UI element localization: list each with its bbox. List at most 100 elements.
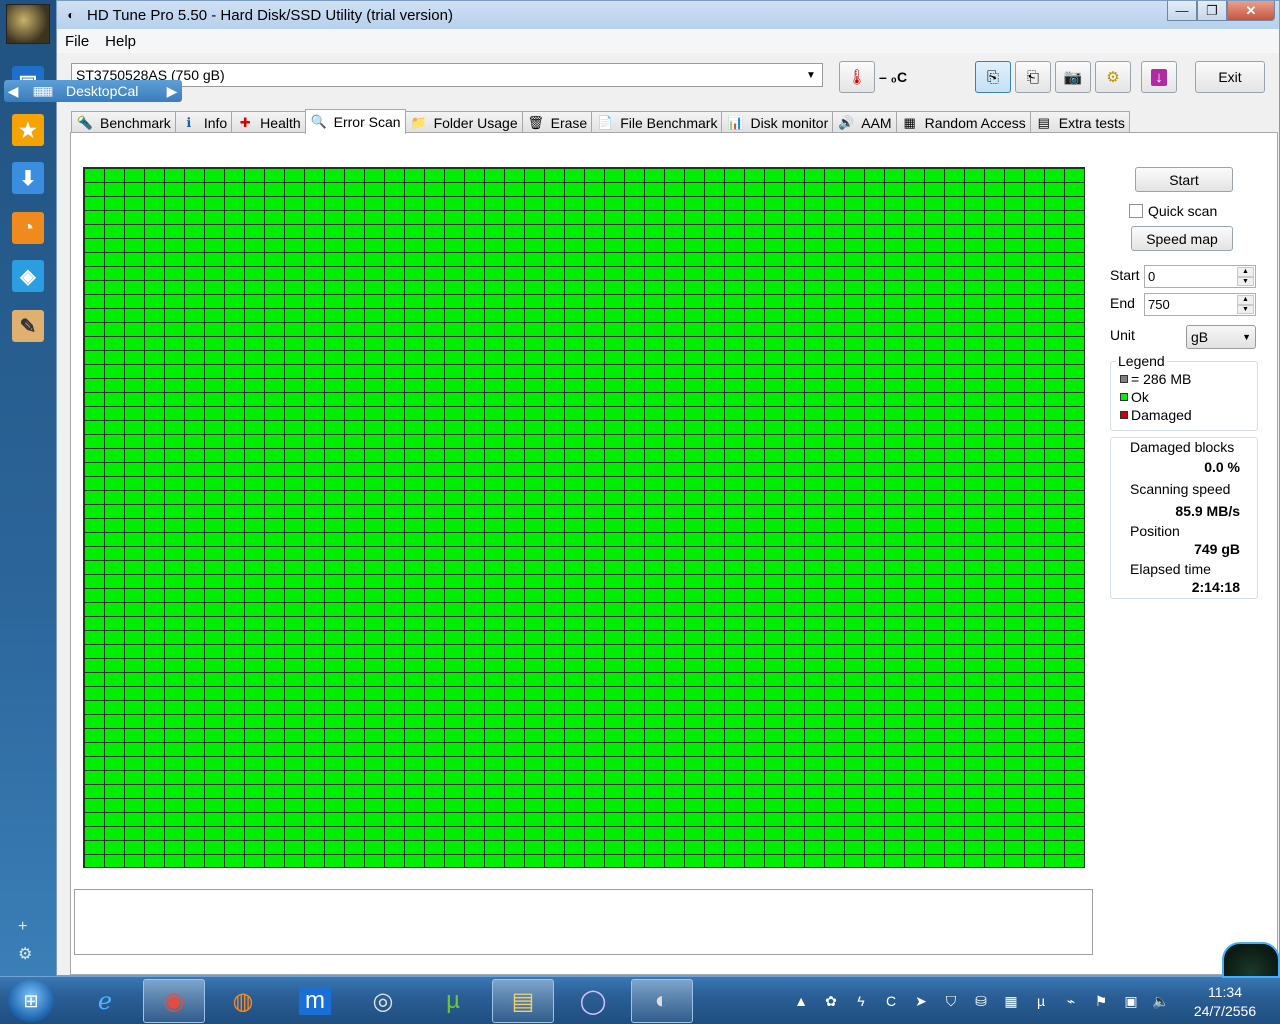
tab-extra-tests[interactable]: ▤ Extra tests bbox=[1029, 111, 1130, 133]
save-button[interactable]: ↓ bbox=[1141, 61, 1177, 93]
tray-shield-icon[interactable]: ⛉ bbox=[940, 993, 962, 1010]
quick-scan-label: Quick scan bbox=[1148, 203, 1218, 219]
spin-up-icon[interactable]: ▲ bbox=[1237, 267, 1254, 277]
exit-button[interactable]: Exit bbox=[1195, 61, 1265, 93]
rss-icon[interactable]: ◔ bbox=[12, 212, 44, 244]
title-bar[interactable]: ◐ HD Tune Pro 5.50 - Hard Disk/SSD Utili… bbox=[57, 1, 1279, 29]
window-title: HD Tune Pro 5.50 - Hard Disk/SSD Utility… bbox=[87, 6, 453, 24]
tray-grid-icon[interactable]: ▦ bbox=[1000, 993, 1022, 1010]
tray-lightning-icon[interactable]: ϟ bbox=[850, 993, 872, 1009]
close-button[interactable]: ✕ bbox=[1227, 1, 1275, 21]
speed-map-button[interactable]: Speed map bbox=[1131, 226, 1233, 251]
menu-bar: File Help bbox=[57, 29, 1279, 53]
tab-label: Info bbox=[203, 114, 228, 131]
tab-file-benchmark[interactable]: 📄 File Benchmark bbox=[591, 111, 723, 133]
arrow-left-icon[interactable]: ◀ bbox=[4, 83, 22, 100]
block-swatch-icon bbox=[1120, 375, 1128, 383]
temperature-button[interactable]: 🌡 bbox=[839, 61, 875, 93]
action-center-flag-icon[interactable]: ⚑ bbox=[1090, 993, 1112, 1010]
menu-file[interactable]: File bbox=[57, 33, 97, 50]
options-gears-icon: ⚙ bbox=[1106, 69, 1120, 86]
menu-help[interactable]: Help bbox=[97, 33, 144, 50]
internet-explorer-icon[interactable]: ℯ bbox=[74, 979, 136, 1023]
tray-arrow-icon[interactable]: ➤ bbox=[910, 993, 932, 1010]
ok-swatch-icon bbox=[1120, 393, 1128, 401]
file-explorer-icon[interactable]: ▤ bbox=[492, 979, 554, 1023]
tab-label: Erase bbox=[550, 114, 588, 131]
show-hidden-icons-icon[interactable]: ▲ bbox=[790, 993, 812, 1009]
tab-label: AAM bbox=[861, 114, 892, 131]
star-icon[interactable]: ★ bbox=[12, 114, 44, 146]
start-input-value: 0 bbox=[1148, 269, 1156, 284]
add-icon[interactable]: + bbox=[18, 918, 27, 936]
unit-select[interactable]: gB ▼ bbox=[1186, 325, 1256, 349]
tray-ccleaner-icon[interactable]: C bbox=[880, 993, 902, 1009]
end-label: End bbox=[1110, 295, 1135, 311]
copy-info-button[interactable]: ⎗ bbox=[1015, 61, 1051, 93]
tab-label: Error Scan bbox=[333, 114, 401, 130]
left-dock: ▣ ★ ⬇ ◔ ◈ ✎ + ⚙ bbox=[0, 0, 56, 976]
start-button[interactable]: ⊞ bbox=[8, 980, 54, 1022]
tray-utorrent-icon[interactable]: µ bbox=[1030, 993, 1052, 1009]
tab-disk-monitor[interactable]: 📊 Disk monitor bbox=[721, 111, 834, 133]
tab-folder-usage[interactable]: 📁 Folder Usage bbox=[404, 111, 523, 133]
photocape-icon[interactable]: ◎ bbox=[352, 979, 414, 1023]
spin-down-icon[interactable]: ▼ bbox=[1237, 276, 1254, 286]
hdtune-task-icon[interactable]: ◐ bbox=[631, 979, 693, 1023]
options-button[interactable]: ⚙ bbox=[1095, 61, 1131, 93]
utorrent-icon[interactable]: µ bbox=[422, 979, 484, 1023]
grid-icon[interactable]: ▦▦ bbox=[22, 84, 62, 98]
scanning-speed-value: 85.9 MB/s bbox=[1175, 503, 1240, 519]
tray-drive-icon[interactable]: ⛁ bbox=[970, 993, 992, 1010]
scan-controls: Start Quick scan Speed map Start 0 ▲ ▼ En… bbox=[1101, 133, 1276, 733]
tray-app-icon[interactable]: ✿ bbox=[820, 993, 842, 1010]
spin-down-icon[interactable]: ▼ bbox=[1237, 304, 1254, 314]
desktopcal-bar[interactable]: ◀ ▦▦ DesktopCal ▶ bbox=[4, 80, 182, 102]
quick-scan-checkbox[interactable]: Quick scan bbox=[1129, 203, 1217, 219]
tab-random-access[interactable]: ▦ Random Access bbox=[895, 111, 1031, 133]
firefox-icon[interactable]: ◍ bbox=[212, 979, 274, 1023]
network-meter-gadget[interactable] bbox=[1222, 942, 1280, 978]
damaged-swatch-icon bbox=[1120, 411, 1128, 419]
damaged-blocks-label: Damaged blocks bbox=[1130, 439, 1235, 455]
taskbar-clock[interactable]: 11:34 24/7/2556 bbox=[1180, 983, 1270, 1021]
network-icon[interactable]: ▣ bbox=[1120, 993, 1142, 1010]
clock-time: 11:34 bbox=[1208, 984, 1242, 1000]
screenshot-button[interactable]: 📷 bbox=[1055, 61, 1091, 93]
download-icon[interactable]: ⬇ bbox=[12, 162, 44, 194]
erase-icon: 🗑 bbox=[527, 114, 544, 130]
tab-health[interactable]: ✚ Health bbox=[231, 111, 306, 133]
tab-erase[interactable]: 🗑 Erase bbox=[521, 111, 593, 133]
start-scan-button[interactable]: Start bbox=[1135, 167, 1233, 192]
info-icon: ℹ bbox=[186, 114, 192, 130]
tablet-icon[interactable]: ◈ bbox=[12, 260, 44, 292]
volume-icon[interactable]: 🔈 bbox=[1150, 993, 1172, 1010]
tab-label: File Benchmark bbox=[620, 114, 718, 131]
tab-error-scan[interactable]: 🔍 Error Scan bbox=[304, 109, 406, 134]
settings-gear-icon[interactable]: ⚙ bbox=[18, 944, 32, 964]
file-benchmark-icon: 📄 bbox=[597, 114, 614, 130]
chevron-down-icon[interactable]: ▼ bbox=[1242, 332, 1251, 342]
copy-text-button[interactable]: ⎘ bbox=[975, 61, 1011, 93]
chevron-down-icon[interactable]: ▼ bbox=[802, 66, 820, 84]
notepad-icon[interactable]: ✎ bbox=[12, 310, 44, 342]
drive-select[interactable]: ST3750528AS (750 gB) ▼ bbox=[71, 63, 823, 87]
arrow-right-icon[interactable]: ▶ bbox=[162, 83, 182, 100]
tab-benchmark[interactable]: 🔦 Benchmark bbox=[71, 111, 176, 133]
maxthon-icon[interactable]: m bbox=[284, 979, 346, 1023]
tab-info[interactable]: ℹ Info bbox=[174, 111, 233, 133]
tray-usb-icon[interactable]: ⌁ bbox=[1060, 993, 1082, 1010]
minimize-button[interactable]: — bbox=[1167, 1, 1197, 21]
dvd-icon[interactable]: ◯ bbox=[562, 979, 624, 1023]
quick-scan-box[interactable] bbox=[1129, 204, 1143, 218]
extra-tests-icon: ▤ bbox=[1037, 114, 1050, 130]
start-input[interactable]: 0 ▲ ▼ bbox=[1144, 265, 1256, 288]
maximize-button[interactable]: ❐ bbox=[1197, 1, 1227, 21]
dock-thumbnail[interactable] bbox=[6, 4, 50, 44]
tab-label: Random Access bbox=[924, 114, 1026, 131]
error-scan-panel: Start Quick scan Speed map Start 0 ▲ ▼ En… bbox=[70, 132, 1278, 975]
spin-up-icon[interactable]: ▲ bbox=[1237, 295, 1254, 305]
end-input[interactable]: 750 ▲ ▼ bbox=[1144, 293, 1256, 316]
chrome-icon[interactable]: ◉ bbox=[143, 979, 205, 1023]
tab-aam[interactable]: 🔊 AAM bbox=[832, 111, 897, 133]
